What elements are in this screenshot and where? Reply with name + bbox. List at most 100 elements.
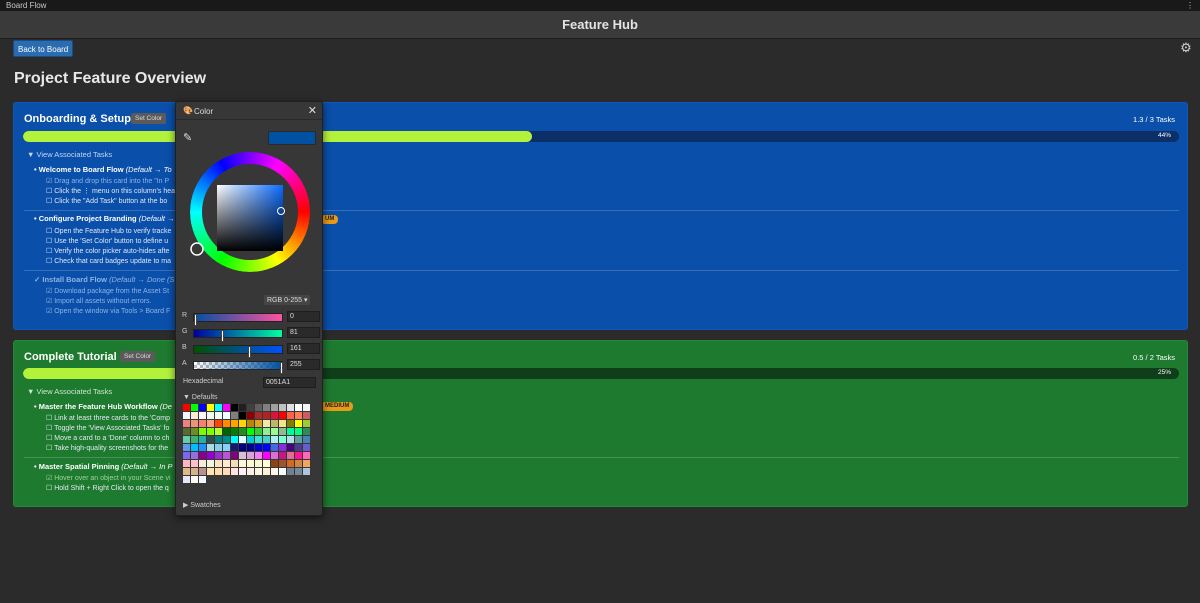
task-item[interactable]: • Configure Project Branding (Default → [34, 214, 175, 223]
color-swatch[interactable] [199, 476, 206, 483]
color-swatch[interactable] [231, 444, 238, 451]
subtask-item[interactable]: ☑ Download package from the Asset St [46, 287, 169, 295]
color-swatch[interactable] [199, 412, 206, 419]
color-swatch[interactable] [255, 404, 262, 411]
color-swatch[interactable] [215, 460, 222, 467]
color-swatch[interactable] [239, 436, 246, 443]
color-swatch[interactable] [183, 452, 190, 459]
color-swatch[interactable] [199, 468, 206, 475]
color-swatch[interactable] [199, 452, 206, 459]
color-swatch[interactable] [191, 428, 198, 435]
color-swatch[interactable] [223, 436, 230, 443]
color-swatch[interactable] [263, 428, 270, 435]
set-color-button[interactable]: Set Color [120, 351, 156, 362]
color-swatch[interactable] [215, 452, 222, 459]
color-swatch[interactable] [295, 460, 302, 467]
color-swatch[interactable] [295, 412, 302, 419]
color-swatch[interactable] [271, 412, 278, 419]
close-icon[interactable]: ✕ [308, 104, 317, 117]
color-swatch[interactable] [231, 436, 238, 443]
color-swatch[interactable] [247, 420, 254, 427]
color-swatch[interactable] [239, 468, 246, 475]
hue-handle[interactable] [190, 242, 204, 256]
color-swatch[interactable] [191, 444, 198, 451]
color-swatch[interactable] [303, 420, 310, 427]
color-swatch[interactable] [191, 460, 198, 467]
swatches-foldout[interactable]: ▶ Swatches [183, 501, 221, 509]
color-swatch[interactable] [279, 404, 286, 411]
color-swatch[interactable] [271, 452, 278, 459]
color-swatch[interactable] [215, 444, 222, 451]
color-swatch[interactable] [183, 444, 190, 451]
view-associated-tasks-toggle[interactable]: ▼ View Associated Tasks [27, 150, 112, 159]
color-swatch[interactable] [271, 420, 278, 427]
color-swatch[interactable] [271, 436, 278, 443]
color-swatch[interactable] [263, 412, 270, 419]
color-swatch[interactable] [247, 452, 254, 459]
defaults-foldout[interactable]: ▼ Defaults [183, 394, 218, 401]
color-swatch[interactable] [263, 468, 270, 475]
slider-handle[interactable] [280, 362, 283, 374]
color-swatch[interactable] [199, 436, 206, 443]
color-swatch[interactable] [295, 420, 302, 427]
color-swatch[interactable] [239, 412, 246, 419]
color-swatch[interactable] [191, 412, 198, 419]
hex-input[interactable]: 0051A1 [263, 377, 316, 388]
color-swatch[interactable] [271, 428, 278, 435]
slider-track[interactable] [193, 329, 283, 342]
color-swatch[interactable] [215, 428, 222, 435]
color-swatch[interactable] [199, 420, 206, 427]
color-swatch[interactable] [255, 452, 262, 459]
color-swatch[interactable] [183, 476, 190, 483]
color-swatch[interactable] [271, 404, 278, 411]
color-swatch[interactable] [231, 452, 238, 459]
color-swatch[interactable] [287, 428, 294, 435]
color-swatch[interactable] [287, 420, 294, 427]
color-swatch[interactable] [255, 436, 262, 443]
color-swatch[interactable] [263, 436, 270, 443]
color-swatch[interactable] [279, 436, 286, 443]
subtask-item[interactable]: ☐ Open the Feature Hub to verify tracke [46, 227, 171, 235]
color-swatch[interactable] [295, 468, 302, 475]
color-swatch[interactable] [231, 428, 238, 435]
kebab-icon[interactable]: ⋮ [1186, 0, 1194, 11]
task-item[interactable]: • Welcome to Board Flow (Default → To [34, 165, 172, 174]
color-swatch[interactable] [255, 460, 262, 467]
slider-r[interactable]: R 0 [182, 311, 320, 326]
subtask-item[interactable]: ☐ Click the "Add Task" button at the bo [46, 197, 167, 205]
subtask-item[interactable]: ☑ Import all assets without errors. [46, 297, 152, 305]
color-swatch[interactable] [183, 436, 190, 443]
color-swatch[interactable] [255, 468, 262, 475]
default-swatch-grid[interactable] [183, 404, 314, 484]
color-swatch[interactable] [247, 404, 254, 411]
color-swatch[interactable] [223, 452, 230, 459]
color-swatch[interactable] [263, 444, 270, 451]
color-swatch[interactable] [199, 444, 206, 451]
color-swatch[interactable] [279, 428, 286, 435]
color-swatch[interactable] [247, 412, 254, 419]
slider-handle[interactable] [248, 346, 252, 358]
subtask-item[interactable]: ☑ Hover over an object in your Scene vi [46, 474, 171, 482]
color-swatch[interactable] [263, 460, 270, 467]
color-swatch[interactable] [207, 444, 214, 451]
task-item[interactable]: ✓ Install Board Flow (Default → Done (S [34, 275, 175, 284]
color-picker-popup[interactable]: 🎨 Color ✕ ✎ RGB 0-255 ▾ R 0 G 81 B 161 A… [175, 101, 323, 516]
color-swatch[interactable] [279, 452, 286, 459]
color-swatch[interactable] [215, 436, 222, 443]
color-swatch[interactable] [207, 436, 214, 443]
color-swatch[interactable] [255, 444, 262, 451]
color-swatch[interactable] [239, 452, 246, 459]
color-swatch[interactable] [231, 420, 238, 427]
color-swatch[interactable] [271, 444, 278, 451]
subtask-item[interactable]: ☑ Drag and drop this card into the "In P [46, 177, 169, 185]
color-swatch[interactable] [183, 412, 190, 419]
color-swatch[interactable] [231, 468, 238, 475]
color-swatch[interactable] [263, 452, 270, 459]
color-swatch[interactable] [279, 412, 286, 419]
color-swatch[interactable] [303, 460, 310, 467]
subtask-item[interactable]: ☐ Click the ⋮ menu on this column's hea [46, 187, 175, 195]
color-swatch[interactable] [271, 460, 278, 467]
color-swatch[interactable] [191, 468, 198, 475]
slider-track[interactable] [193, 361, 283, 374]
color-swatch[interactable] [295, 404, 302, 411]
